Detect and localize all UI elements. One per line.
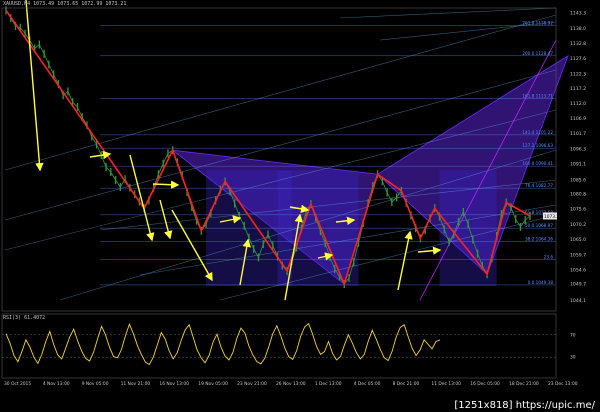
- y-tick-label-7: 1080.8: [570, 191, 586, 197]
- trend-line-6: [339, 7, 557, 19]
- fib-label-9: 161.8 1113.71: [522, 94, 553, 99]
- fib-label-0: 0.0 1049.38: [528, 280, 554, 285]
- x-tick-label-8: 1 Dec 13:00: [315, 381, 342, 387]
- x-tick-label-13: 18 Dec 21:00: [509, 381, 539, 387]
- symbol-header: XAUUSD,H4 1073.49 1073.65 1072.99 1073.2…: [3, 1, 127, 7]
- harmonic-pattern-layer: [171, 54, 569, 287]
- x-tick-label-9: 4 Dec 05:00: [354, 381, 381, 387]
- x-tick-label-4: 16 Nov 13:00: [159, 381, 189, 387]
- fib-label-7: 127.2 1096.63: [522, 143, 553, 148]
- y-tick-label-3: 1059.7: [570, 253, 586, 259]
- x-tick-label-5: 19 Nov 05:00: [198, 381, 228, 387]
- fib-label-11: 261.8 1138.92: [522, 21, 553, 26]
- y-tick-label-13: 1112.0: [570, 101, 586, 107]
- fib-label-6: 100.0 1090.41: [522, 161, 553, 166]
- fib-label-1: 23.6: [544, 254, 554, 259]
- rsi-layer: 70 30: [2, 322, 576, 366]
- y-tick-label-11: 1101.7: [570, 131, 586, 137]
- rsi-level-label-0: 70: [570, 332, 576, 338]
- fib-label-8: 141.4 1101.22: [522, 130, 553, 135]
- arrow-12: [25, 0, 44, 172]
- y-tick-label-12: 1106.9: [570, 116, 586, 122]
- fib-label-10: 200.0 1128.47: [522, 51, 553, 56]
- arrow-13: [159, 199, 173, 240]
- y-tick-label-0: 1044.1: [570, 298, 586, 304]
- rsi-line: [5, 322, 441, 366]
- x-tick-label-6: 23 Nov 21:00: [237, 381, 267, 387]
- fib-label-2: 38.2 1064.36: [525, 236, 553, 241]
- y-tick-label-19: 1143.3: [570, 10, 586, 16]
- y-tick-label-4: 1065.0: [570, 237, 586, 243]
- rsi-panel-frame: [1, 313, 557, 379]
- x-tick-label-1: 4 Nov 13:00: [43, 381, 70, 387]
- arrow-1: [152, 180, 180, 189]
- x-tick-label-12: 16 Dec 05:00: [470, 381, 500, 387]
- last-price-label: 1073.2: [544, 214, 559, 220]
- y-tick-label-9: 1091.1: [570, 162, 586, 168]
- x-tick-label-0: 30 Oct 2015: [4, 381, 31, 387]
- y-tick-label-5: 1070.2: [570, 222, 586, 228]
- x-tick-label-11: 11 Dec 13:00: [431, 381, 461, 387]
- y-tick-label-15: 1122.3: [570, 71, 586, 77]
- y-tick-label-2: 1054.6: [570, 267, 586, 273]
- y-tick-label-17: 1132.8: [570, 41, 586, 47]
- y-tick-label-6: 1075.6: [570, 207, 586, 213]
- y-tick-label-10: 1096.3: [570, 147, 586, 153]
- y-tick-label-1: 1049.7: [570, 282, 586, 288]
- watermark: [1251x818] https://upic.me/: [449, 399, 600, 412]
- fib-label-5: 76.4 1082.77: [525, 183, 553, 188]
- y-tick-label-16: 1127.6: [570, 56, 586, 62]
- x-tick-label-10: 8 Dec 21:00: [393, 381, 420, 387]
- fib-label-3: 50.0 1068.97: [525, 223, 553, 228]
- y-tick-label-8: 1085.6: [570, 178, 586, 184]
- x-tick-label-3: 11 Nov 21:00: [121, 381, 151, 387]
- arrow-11: [417, 246, 442, 255]
- rsi-label: RSI(3) 61.4072: [3, 315, 46, 321]
- x-tick-label-14: 23 Dec 13:00: [548, 381, 578, 387]
- y-tick-label-14: 1117.2: [570, 86, 586, 92]
- y-tick-label-18: 1138.0: [570, 26, 586, 32]
- x-tick-label-7: 26 Nov 13:00: [276, 381, 306, 387]
- rsi-level-label-1: 30: [570, 355, 576, 361]
- x-tick-label-2: 9 Nov 05:00: [82, 381, 109, 387]
- arrow-10: [397, 230, 413, 291]
- price-chart: 0.0 1049.3823.638.2 1064.3650.0 1068.976…: [1, 0, 586, 387]
